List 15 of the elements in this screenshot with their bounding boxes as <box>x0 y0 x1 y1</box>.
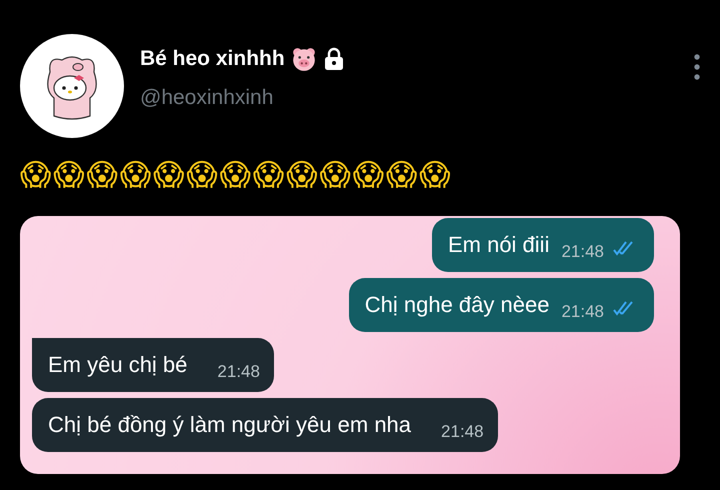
message-text: Chị nghe đây nèee <box>364 291 550 319</box>
message-time: 21:48 <box>561 302 604 322</box>
tweet-text: 😱😱😱😱😱😱😱😱😱😱😱😱😱 <box>20 157 454 195</box>
message-time: 21:48 <box>441 422 484 442</box>
message-time: 21:48 <box>561 242 604 262</box>
pig-face-icon <box>290 46 317 72</box>
display-name[interactable]: Bé heo xinhhh <box>140 47 285 71</box>
message-time: 21:48 <box>217 362 260 382</box>
message-text: Em yêu chị bé <box>48 351 188 379</box>
chat-screenshot[interactable]: Em nói điii 21:48 Chị nghe đây nèee 21:48 Em yêu chị bé 21:48 Chị bé đồng ý làm người yêu em nha 21:48 <box>20 216 680 474</box>
message-text: Chị bé đồng ý làm người yêu em nha <box>48 411 412 439</box>
more-options-icon[interactable] <box>694 54 700 80</box>
user-handle[interactable]: @heoxinhxinh <box>140 86 345 110</box>
message-text: Em nói điii <box>448 231 550 259</box>
kitty-pig-avatar-drawing[interactable] <box>20 34 124 138</box>
